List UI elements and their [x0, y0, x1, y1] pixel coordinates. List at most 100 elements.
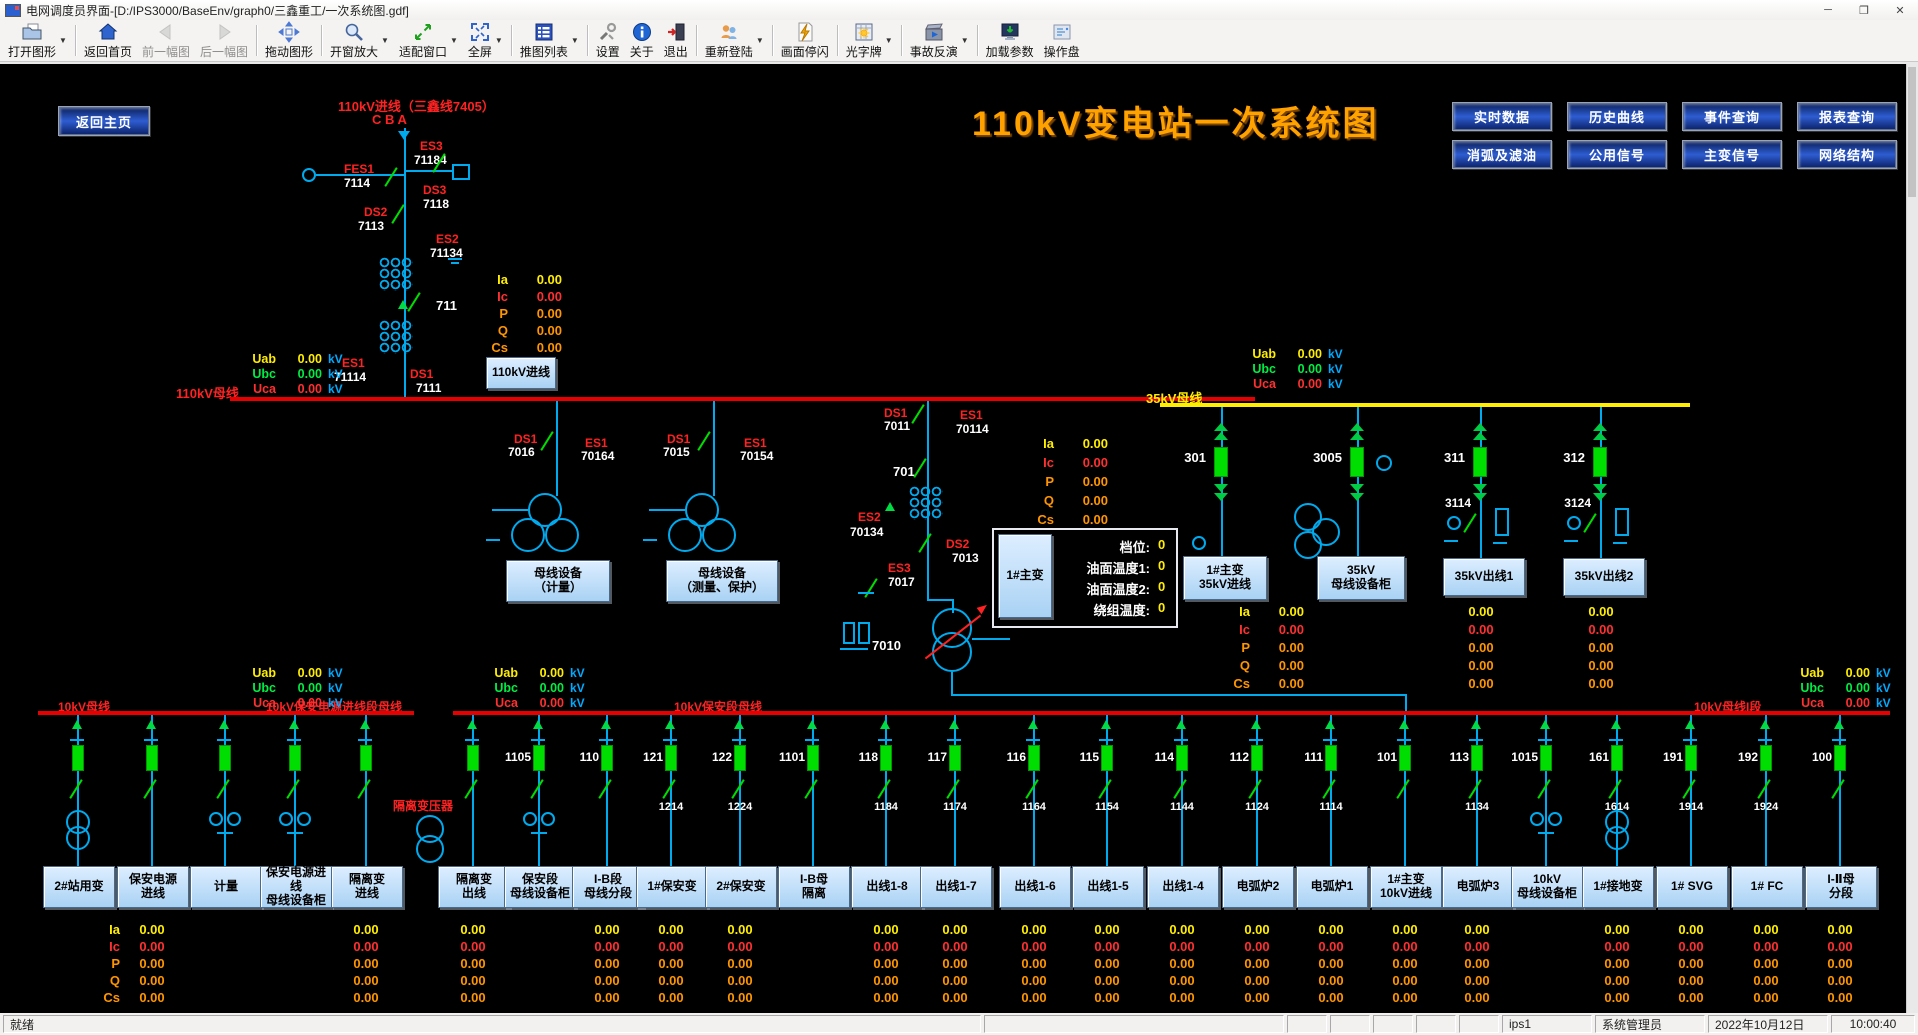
feeder-122-breaker[interactable]	[734, 745, 746, 771]
feeder-隔离变-box-button[interactable]: 隔离变进线	[331, 866, 403, 908]
feeder-114-box-button[interactable]: 出线1-4	[1147, 866, 1219, 908]
feeder-1101-breaker[interactable]	[807, 745, 819, 771]
toolbar-button-annunciator[interactable]: 光字牌▼	[841, 21, 898, 60]
feeder-121-breaker[interactable]	[665, 745, 677, 771]
incoming-box-button[interactable]: 110kV进线	[486, 357, 556, 389]
branch35-301-breaker[interactable]	[1214, 447, 1228, 477]
toolbar-button-pan[interactable]: 拖动图形	[260, 21, 318, 60]
chevron-down-icon[interactable]: ▼	[59, 36, 67, 45]
feeder-保安电源进线-box-button[interactable]: 保安电源进线母线设备柜	[260, 866, 332, 908]
branch35-3005-box-button[interactable]: 35kV母线设备柜	[1317, 556, 1405, 600]
toolbar-button-zoom-window[interactable]: 开窗放大▼	[325, 21, 394, 60]
feeder-计量-box-button[interactable]: 计量	[190, 866, 262, 908]
branch35-311-box-button[interactable]: 35kV出线1	[1443, 558, 1525, 596]
feeder-192-breaker[interactable]	[1760, 745, 1772, 771]
feeder-2#站用变-breaker[interactable]	[72, 745, 84, 771]
chevron-down-icon[interactable]: ▼	[756, 36, 764, 45]
branch35-311-breaker[interactable]	[1473, 447, 1487, 477]
feeder-1015-box-button[interactable]: 10kV母线设备柜	[1511, 866, 1583, 908]
feeder-117-breaker[interactable]	[949, 745, 961, 771]
toolbar-button-accident-replay[interactable]: 事故反演▼	[905, 21, 974, 60]
chevron-down-icon[interactable]: ▼	[571, 36, 579, 45]
toolbar-button-fullscreen[interactable]: 全屏▼	[463, 21, 508, 60]
feeder-100-box-button[interactable]: I-Ⅱ母分段	[1805, 866, 1877, 908]
feeder-118-breaker[interactable]	[880, 745, 892, 771]
feeder-保安电源进线-breaker[interactable]	[289, 745, 301, 771]
feeder-计量-breaker[interactable]	[219, 745, 231, 771]
feeder-1105-breaker[interactable]	[533, 745, 545, 771]
scrollbar-thumb[interactable]	[1908, 67, 1916, 197]
home-button[interactable]: 返回主页	[58, 106, 150, 136]
branch35-3005-breaker[interactable]	[1350, 447, 1364, 477]
chevron-down-icon[interactable]: ▼	[961, 36, 969, 45]
feeder-117-box-button[interactable]: 出线1-7	[920, 866, 992, 908]
vertical-scrollbar[interactable]	[1906, 64, 1918, 1013]
feeder-隔离变-box-button[interactable]: 隔离变出线	[438, 866, 510, 908]
feeder-161-box-button[interactable]: 1#接地变	[1582, 866, 1654, 908]
toolbar-button-open-graphic[interactable]: 打开图形▼	[3, 21, 72, 60]
bus-equipment-protect-button[interactable]: 母线设备 （测量、保护）	[666, 560, 778, 602]
feeder-2#站用变-box-button[interactable]: 2#站用变	[43, 866, 115, 908]
feeder-192-box-button[interactable]: 1# FC	[1731, 866, 1803, 908]
feeder-113-box-button[interactable]: 电弧炉3	[1442, 866, 1514, 908]
feeder-111-box-button[interactable]: 电弧炉1	[1296, 866, 1368, 908]
minimize-button[interactable]: ─	[1810, 0, 1846, 20]
feeder-115-breaker[interactable]	[1101, 745, 1113, 771]
nav-button-4[interactable]: 消弧及滤油	[1452, 140, 1552, 169]
nav-button-7[interactable]: 网络结构	[1797, 140, 1897, 169]
toolbar-button-fit-window[interactable]: 适配窗口▼	[394, 21, 463, 60]
chevron-down-icon[interactable]: ▼	[450, 36, 458, 45]
branch35-301-box-button[interactable]: 1#主变35kV进线	[1183, 556, 1267, 600]
nav-button-6[interactable]: 主变信号	[1682, 140, 1782, 169]
toolbar-button-operation-panel[interactable]: 操作盘	[1039, 21, 1085, 60]
close-button[interactable]: ✕	[1882, 0, 1918, 20]
feeder-112-breaker[interactable]	[1251, 745, 1263, 771]
feeder-110-breaker[interactable]	[601, 745, 613, 771]
branch35-312-box-button[interactable]: 35kV出线2	[1563, 558, 1645, 596]
feeder-101-box-button[interactable]: 1#主变10kV进线	[1370, 866, 1442, 908]
feeder-1101-box-button[interactable]: I-B母隔离	[778, 866, 850, 908]
feeder-191-breaker[interactable]	[1685, 745, 1697, 771]
toolbar-button-stop-flash[interactable]: 画面停闪	[776, 21, 834, 60]
toolbar-button-graph-list[interactable]: 推图列表▼	[515, 21, 584, 60]
feeder-113-breaker[interactable]	[1471, 745, 1483, 771]
feeder-122-box-button[interactable]: 2#保安变	[705, 866, 777, 908]
feeder-115-box-button[interactable]: 出线1-5	[1072, 866, 1144, 908]
nav-button-1[interactable]: 历史曲线	[1567, 102, 1667, 131]
feeder-保安电源-box-button[interactable]: 保安电源进线	[117, 866, 189, 908]
feeder-隔离变-breaker[interactable]	[467, 745, 479, 771]
feeder-116-box-button[interactable]: 出线1-6	[999, 866, 1071, 908]
toolbar-button-exit[interactable]: 退出	[659, 21, 693, 60]
toolbar-button-load-params[interactable]: 加载参数	[981, 21, 1039, 60]
toolbar-button-relogin[interactable]: 重新登陆▼	[700, 21, 769, 60]
nav-button-5[interactable]: 公用信号	[1567, 140, 1667, 169]
feeder-118-box-button[interactable]: 出线1-8	[851, 866, 923, 908]
feeder-161-breaker[interactable]	[1611, 745, 1623, 771]
feeder-111-breaker[interactable]	[1325, 745, 1337, 771]
feeder-100-breaker[interactable]	[1834, 745, 1846, 771]
maximize-button[interactable]: ❐	[1846, 0, 1882, 20]
chevron-down-icon[interactable]: ▼	[495, 36, 503, 45]
bus-equipment-metering-button[interactable]: 母线设备 （计量）	[506, 560, 610, 602]
toolbar-button-settings[interactable]: 设置	[591, 21, 625, 60]
feeder-保安电源-breaker[interactable]	[146, 745, 158, 771]
nav-button-2[interactable]: 事件查询	[1682, 102, 1782, 131]
toolbar-button-about[interactable]: 关于	[625, 21, 659, 60]
main-tx-button[interactable]: 1#主变	[998, 534, 1052, 618]
feeder-121-box-button[interactable]: 1#保安变	[636, 866, 708, 908]
toolbar-button-home[interactable]: 返回首页	[79, 21, 137, 60]
feeder-隔离变-breaker[interactable]	[360, 745, 372, 771]
feeder-101-breaker[interactable]	[1399, 745, 1411, 771]
feeder-191-box-button[interactable]: 1# SVG	[1656, 866, 1728, 908]
feeder-1015-breaker[interactable]	[1540, 745, 1552, 771]
chevron-down-icon[interactable]: ▼	[381, 36, 389, 45]
nav-button-0[interactable]: 实时数据	[1452, 102, 1552, 131]
feeder-1105-box-button[interactable]: 保安段母线设备柜	[504, 866, 576, 908]
feeder-112-box-button[interactable]: 电弧炉2	[1222, 866, 1294, 908]
feeder-114-breaker[interactable]	[1176, 745, 1188, 771]
branch35-312-breaker[interactable]	[1593, 447, 1607, 477]
feeder-110-box-button[interactable]: I-B段母线分段	[572, 866, 644, 908]
chevron-down-icon[interactable]: ▼	[885, 36, 893, 45]
nav-button-3[interactable]: 报表查询	[1797, 102, 1897, 131]
feeder-116-breaker[interactable]	[1028, 745, 1040, 771]
